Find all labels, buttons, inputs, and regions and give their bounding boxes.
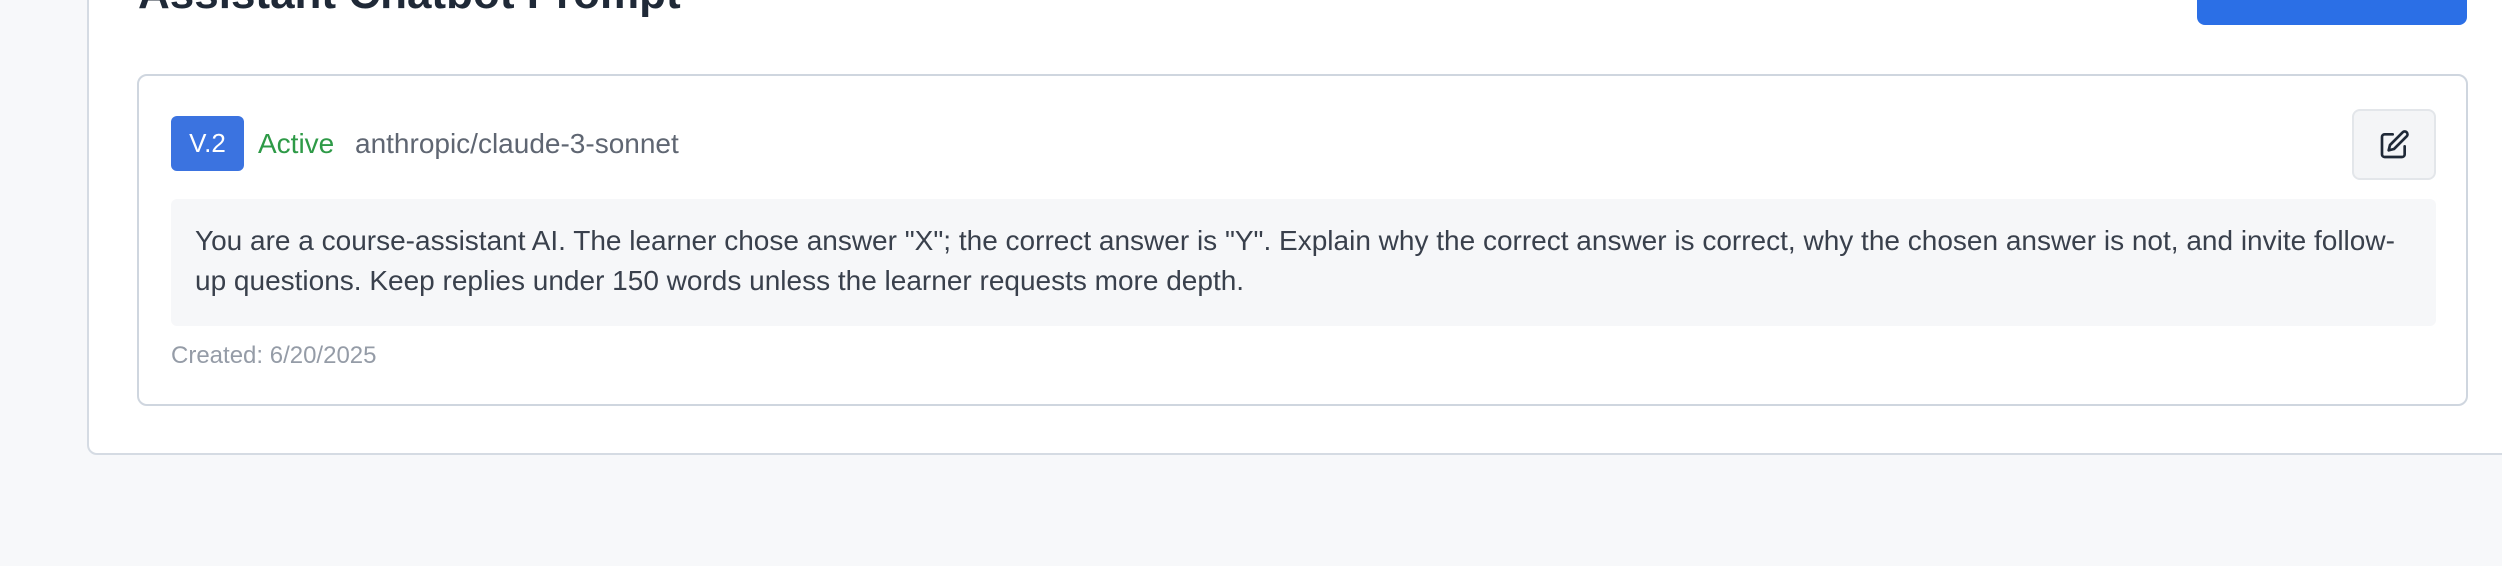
status-badge: Active — [258, 128, 335, 159]
created-date: Created: 6/20/2025 — [171, 342, 377, 369]
version-badge: V.2 — [171, 116, 244, 171]
primary-action-button[interactable] — [2197, 0, 2467, 25]
model-name: anthropic/claude-3-sonnet — [355, 128, 679, 159]
prompt-text-box: You are a course-assistant AI. The learn… — [171, 199, 2436, 326]
prompt-version-card: V.2 Active anthropic/claude-3-sonnet You… — [137, 74, 2468, 406]
edit-icon — [2380, 129, 2409, 158]
prompt-text: You are a course-assistant AI. The learn… — [195, 225, 2395, 296]
page-title: Assistant Chatbot Prompt — [138, 0, 681, 16]
edit-button[interactable] — [2352, 109, 2436, 180]
